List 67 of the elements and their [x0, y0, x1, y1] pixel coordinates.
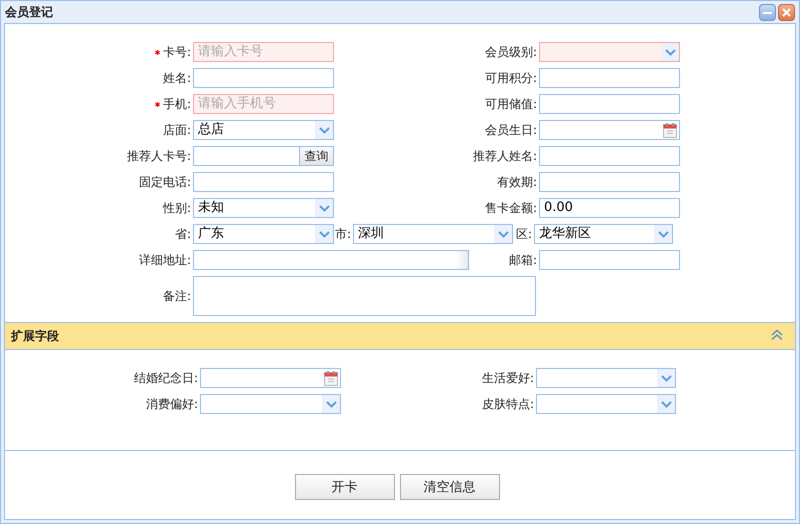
calendar-icon[interactable]: [324, 370, 338, 386]
chevron-down-icon: [664, 48, 676, 56]
chevron-down-icon: [498, 230, 508, 238]
field-label: 生活爱好:: [482, 370, 534, 387]
section-title: 扩展字段: [11, 328, 59, 344]
dropdown-field[interactable]: [536, 368, 676, 388]
text-field[interactable]: [539, 250, 680, 270]
field-label: 姓名:: [162, 70, 191, 87]
field-label: 省:: [174, 226, 191, 243]
text-field[interactable]: [539, 172, 680, 192]
chevron-down-icon: [660, 400, 672, 408]
close-button[interactable]: [778, 4, 795, 20]
field-label: 详细地址:: [138, 252, 191, 269]
field-label: 消费偏好:: [146, 396, 198, 413]
dropdown-field[interactable]: 总店: [193, 120, 334, 140]
field-label: 店面:: [162, 122, 191, 139]
chevron-down-icon: [318, 126, 330, 134]
field-label: 会员生日:: [484, 122, 537, 139]
field-label: 推荐人姓名:: [472, 148, 537, 165]
remark-field[interactable]: [193, 276, 536, 316]
field-label: 备注:: [162, 288, 191, 305]
field-label: 卡号:: [162, 44, 191, 61]
dropdown-field[interactable]: 未知: [193, 198, 334, 218]
text-field[interactable]: [539, 94, 680, 114]
field-label: 结婚纪念日:: [134, 370, 198, 387]
card-number-field[interactable]: 查询: [193, 146, 334, 166]
field-label: 市:: [334, 226, 351, 243]
chevron-down-icon: [326, 400, 336, 408]
collapse-button[interactable]: [771, 329, 785, 343]
text-field[interactable]: [193, 68, 334, 88]
window-title: 会员登记: [5, 4, 53, 20]
dropdown-field[interactable]: [200, 394, 341, 414]
chevron-down-icon: [318, 230, 330, 238]
text-field[interactable]: [539, 146, 680, 166]
date-field[interactable]: [200, 368, 341, 388]
field-label: 邮箱:: [508, 252, 537, 269]
dropdown-field[interactable]: 深圳: [353, 224, 513, 244]
field-label: 会员级别:: [484, 44, 537, 61]
chevron-down-icon: [658, 230, 668, 238]
field-label: 有效期:: [496, 174, 537, 191]
field-label: 区:: [516, 226, 532, 243]
field-label: 固定电话:: [138, 174, 191, 191]
open-card-button[interactable]: 开卡: [294, 474, 394, 500]
field-label: 售卡金额:: [484, 200, 537, 217]
text-field[interactable]: 0.00: [539, 198, 680, 218]
dropdown-field[interactable]: 龙华新区: [534, 224, 673, 244]
text-field[interactable]: [193, 172, 334, 192]
field-label: 推荐人卡号:: [126, 148, 191, 165]
field-label: 可用积分:: [484, 70, 537, 87]
field-label: 可用储值:: [484, 96, 537, 113]
minimize-button[interactable]: [759, 4, 776, 20]
minimize-icon: [763, 10, 772, 14]
calendar-icon[interactable]: [663, 122, 677, 138]
address-field[interactable]: [193, 250, 469, 270]
field-label: 性别:: [162, 200, 191, 217]
dropdown-field[interactable]: [539, 42, 680, 62]
dropdown-field[interactable]: [536, 394, 676, 414]
dropdown-field[interactable]: 广东: [193, 224, 334, 244]
text-field[interactable]: [539, 68, 680, 88]
query-button[interactable]: 查询: [299, 147, 333, 165]
field-label: 皮肤特点:: [482, 396, 534, 413]
date-field[interactable]: [539, 120, 680, 140]
close-icon: [782, 8, 791, 16]
chevron-down-icon: [660, 374, 672, 382]
clear-button[interactable]: 清空信息: [400, 474, 500, 500]
field-label: 手机:: [162, 96, 191, 113]
chevron-down-icon: [318, 204, 330, 212]
